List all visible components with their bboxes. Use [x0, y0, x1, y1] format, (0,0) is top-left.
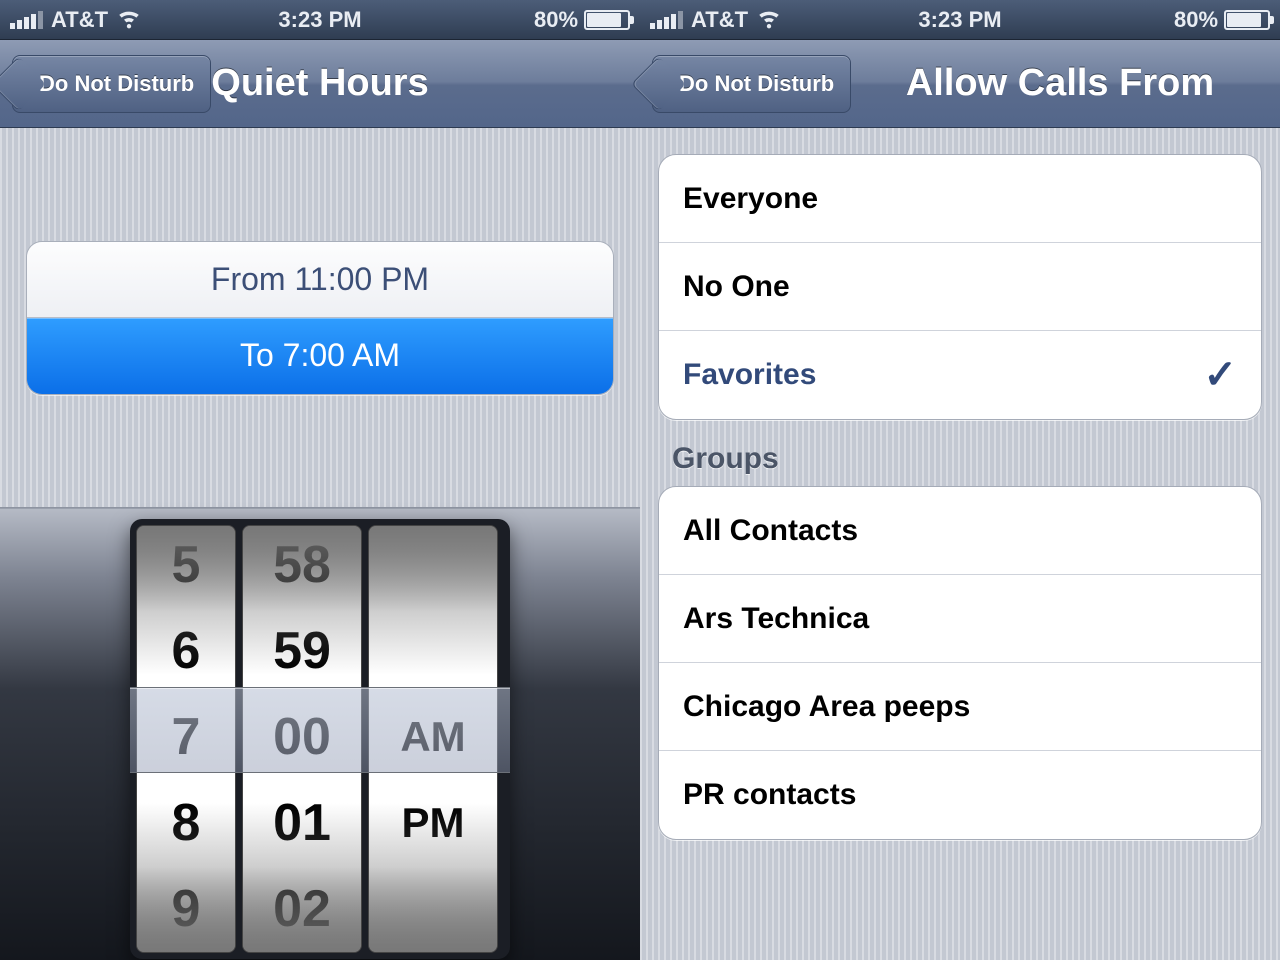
to-row[interactable]: To 7:00 AM — [27, 318, 613, 394]
quiet-hours-panel: From 11:00 PM To 7:00 AM — [0, 128, 640, 508]
option-label: Favorites — [683, 358, 816, 392]
ampm-option[interactable] — [369, 608, 497, 694]
status-bar: AT&T 3:23 PM 80% — [640, 0, 1280, 40]
wifi-icon — [116, 4, 142, 36]
carrier-label: AT&T — [691, 7, 748, 33]
minute-option[interactable]: 01 — [243, 780, 361, 866]
time-picker[interactable]: 5 6 7 8 9 58 59 00 01 02 — [130, 519, 510, 959]
groups-header: Groups — [672, 442, 1248, 476]
back-button[interactable]: Do Not Disturb — [12, 55, 211, 113]
primary-options-table: Everyone No One Favorites ✓ — [658, 154, 1262, 420]
group-pr-contacts[interactable]: PR contacts — [659, 751, 1261, 839]
battery-pct: 80% — [1174, 7, 1218, 33]
back-button-label: Do Not Disturb — [679, 71, 834, 97]
status-bar: AT&T 3:23 PM 80% — [0, 0, 640, 40]
battery-icon — [1224, 10, 1270, 30]
group-chicago-area-peeps[interactable]: Chicago Area peeps — [659, 663, 1261, 751]
back-button-label: Do Not Disturb — [39, 71, 194, 97]
ampm-option[interactable]: AM — [369, 694, 497, 780]
battery-pct: 80% — [534, 7, 578, 33]
group-label: Ars Technica — [683, 602, 869, 636]
minute-option[interactable]: 59 — [243, 608, 361, 694]
ampm-option[interactable] — [369, 866, 497, 952]
hour-wheel[interactable]: 5 6 7 8 9 — [136, 525, 236, 953]
groups-table: All Contacts Ars Technica Chicago Area p… — [658, 486, 1262, 840]
wifi-icon — [756, 4, 782, 36]
to-row-label: To 7:00 AM — [240, 337, 400, 374]
group-ars-technica[interactable]: Ars Technica — [659, 575, 1261, 663]
minute-option[interactable]: 02 — [243, 866, 361, 952]
minute-option[interactable]: 00 — [243, 694, 361, 780]
signal-icon — [650, 11, 683, 29]
minute-option[interactable]: 58 — [243, 525, 361, 608]
signal-icon — [10, 11, 43, 29]
from-row-label: From 11:00 PM — [211, 261, 429, 298]
option-label: No One — [683, 270, 790, 304]
back-button[interactable]: Do Not Disturb — [652, 55, 851, 113]
option-no-one[interactable]: No One — [659, 243, 1261, 331]
hour-option[interactable]: 7 — [137, 694, 235, 780]
option-everyone[interactable]: Everyone — [659, 155, 1261, 243]
ampm-option[interactable]: PM — [369, 780, 497, 866]
checkmark-icon: ✓ — [1203, 352, 1237, 398]
option-favorites[interactable]: Favorites ✓ — [659, 331, 1261, 419]
carrier-label: AT&T — [51, 7, 108, 33]
status-time: 3:23 PM — [857, 7, 1064, 33]
group-label: Chicago Area peeps — [683, 690, 970, 724]
ampm-wheel[interactable]: AM PM — [368, 525, 498, 953]
hour-option[interactable]: 9 — [137, 866, 235, 952]
minute-wheel[interactable]: 58 59 00 01 02 — [242, 525, 362, 953]
hour-option[interactable]: 6 — [137, 608, 235, 694]
nav-bar: Do Not Disturb Quiet Hours — [0, 40, 640, 128]
hour-option[interactable]: 5 — [137, 525, 235, 608]
group-label: All Contacts — [683, 514, 858, 548]
battery-icon — [584, 10, 630, 30]
hour-option[interactable]: 8 — [137, 780, 235, 866]
from-row[interactable]: From 11:00 PM — [27, 242, 613, 318]
page-title: Allow Calls From — [840, 62, 1280, 105]
status-time: 3:23 PM — [217, 7, 424, 33]
time-range-group: From 11:00 PM To 7:00 AM — [26, 241, 614, 395]
group-label: PR contacts — [683, 778, 856, 812]
time-picker-area: 5 6 7 8 9 58 59 00 01 02 — [0, 508, 640, 960]
allow-calls-panel: Everyone No One Favorites ✓ Groups All C… — [640, 128, 1280, 960]
option-label: Everyone — [683, 182, 818, 216]
group-all-contacts[interactable]: All Contacts — [659, 487, 1261, 575]
ampm-option[interactable] — [369, 525, 497, 608]
nav-bar: Do Not Disturb Allow Calls From — [640, 40, 1280, 128]
